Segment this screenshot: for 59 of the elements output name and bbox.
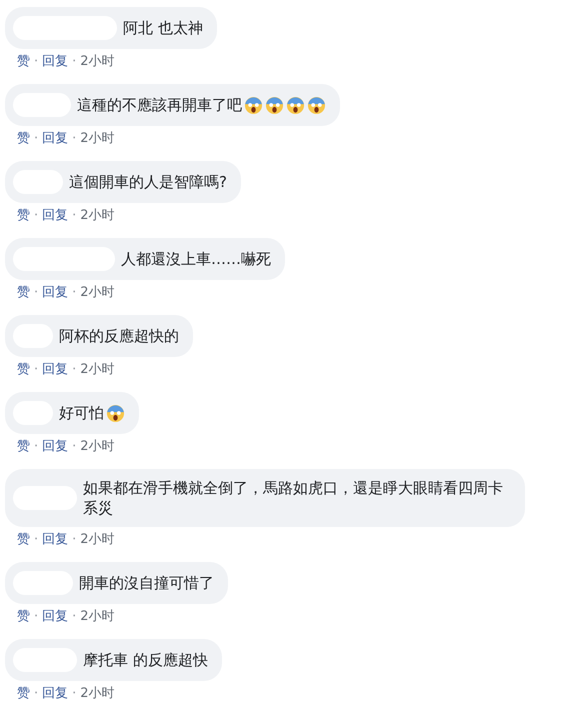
timestamp: 2小时 [80,531,115,549]
comment-text: 如果都在滑手機就全倒了，馬路如虎口，還是睜大眼睛看四周卡系災 [83,478,504,518]
like-link[interactable]: 赞 [17,438,30,456]
timestamp: 2小时 [80,53,115,71]
like-link[interactable]: 赞 [17,207,30,225]
comment-text: 開車的沒自撞可惜了 [79,573,214,593]
timestamp: 2小时 [80,608,115,626]
comment-text: 摩托車 的反應超快 [83,650,208,670]
separator-dot: · [72,130,76,148]
reply-link[interactable]: 回复 [42,438,68,456]
separator-dot: · [72,207,76,225]
comment-text: 好可怕 [59,403,104,423]
reply-link[interactable]: 回复 [42,531,68,549]
emoji-icon [244,96,263,114]
separator-dot: · [34,53,38,71]
separator-dot: · [34,438,38,456]
like-link[interactable]: 赞 [17,53,30,71]
comment-text: 這個開車的人是智障嗎? [69,172,227,192]
comment-text: 人都還沒上車……嚇死 [121,249,271,269]
like-link[interactable]: 赞 [17,685,30,703]
reply-link[interactable]: 回复 [42,130,68,148]
separator-dot: · [34,608,38,626]
separator-dot: · [34,207,38,225]
emoji-icon [265,96,284,114]
reply-link[interactable]: 回复 [42,608,68,626]
like-link[interactable]: 赞 [17,130,30,148]
timestamp: 2小时 [80,685,115,703]
reply-link[interactable]: 回复 [42,284,68,302]
timestamp: 2小时 [80,130,115,148]
separator-dot: · [34,361,38,379]
reply-link[interactable]: 回复 [42,207,68,225]
separator-dot: · [72,608,76,626]
separator-dot: · [34,130,38,148]
separator-dot: · [72,531,76,549]
separator-dot: · [34,685,38,703]
separator-dot: · [34,531,38,549]
comment-text: 阿杯的反應超快的 [59,326,179,346]
comment-text: 這種的不應該再開車了吧 [77,95,242,115]
like-link[interactable]: 赞 [17,608,30,626]
like-link[interactable]: 赞 [17,361,30,379]
emoji-icon [307,96,326,114]
emoji-icon [286,96,305,114]
like-link[interactable]: 赞 [17,531,30,549]
timestamp: 2小时 [80,361,115,379]
comment-text: 阿北 也太神 [123,18,203,38]
reply-link[interactable]: 回复 [42,361,68,379]
separator-dot: · [72,438,76,456]
separator-dot: · [34,284,38,302]
separator-dot: · [72,685,76,703]
separator-dot: · [72,284,76,302]
separator-dot: · [72,53,76,71]
reply-link[interactable]: 回复 [42,685,68,703]
reply-link[interactable]: 回复 [42,53,68,71]
timestamp: 2小时 [80,207,115,225]
emoji-icon [106,404,125,422]
timestamp: 2小时 [80,284,115,302]
separator-dot: · [72,361,76,379]
like-link[interactable]: 赞 [17,284,30,302]
timestamp: 2小时 [80,438,115,456]
